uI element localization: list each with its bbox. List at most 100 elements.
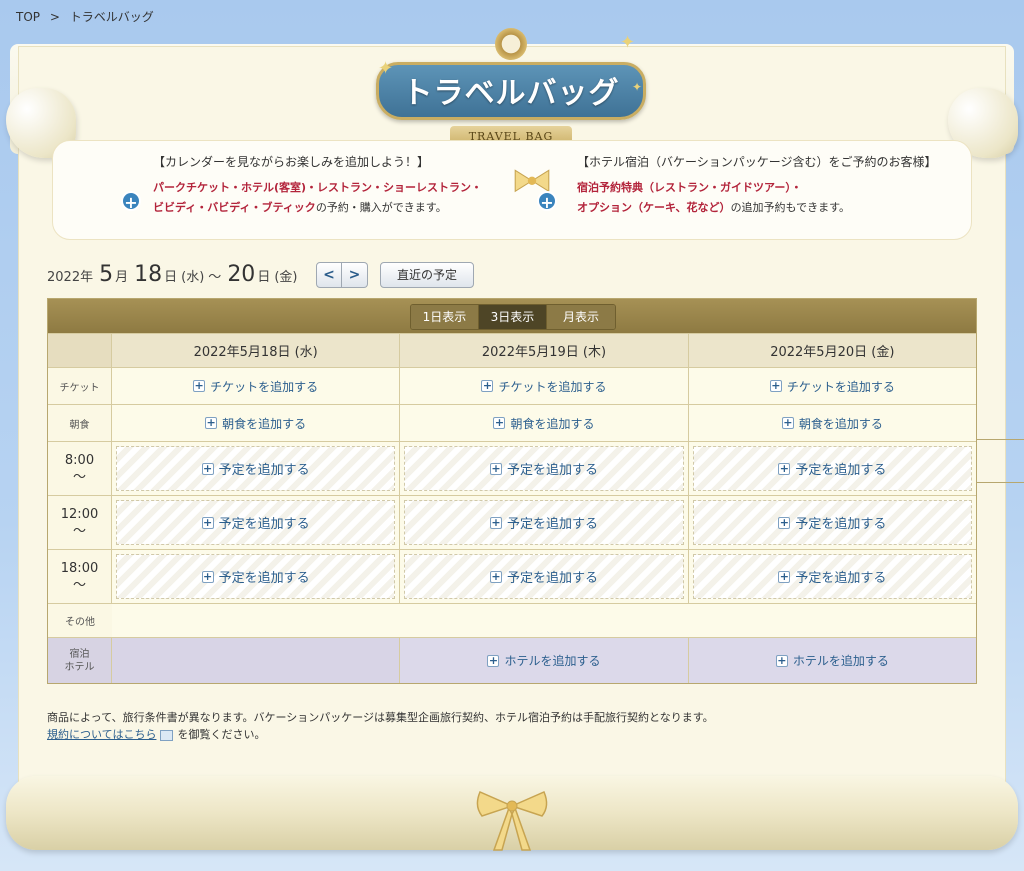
row-label-ticket: チケット: [48, 368, 112, 404]
title-emblem: トラベルバッグ TRAVEL BAG ✦ ✦ ✦: [370, 28, 652, 148]
schedule-slot[interactable]: + 予定を追加する: [116, 500, 396, 545]
schedule-slot[interactable]: + 予定を追加する: [692, 500, 972, 545]
day-header: 2022年5月19日 (木): [400, 334, 689, 367]
footer-note-rest: を御覧ください。: [177, 728, 266, 741]
add-breakfast-button[interactable]: + 朝食を追加する: [205, 415, 306, 432]
add-schedule-button[interactable]: + 予定を追加する: [201, 459, 310, 478]
sparkle-icon: ✦: [632, 80, 643, 94]
add-schedule-label: 予定を追加する: [218, 517, 310, 532]
add-ticket-label: チケットを追加する: [498, 379, 607, 394]
schedule-slot[interactable]: + 予定を追加する: [692, 446, 972, 491]
add-ticket-label: チケットを追加する: [786, 379, 895, 394]
plus-icon: +: [778, 515, 791, 529]
add-hotel-button[interactable]: + ホテルを追加する: [487, 652, 601, 669]
info-left-heading: 【カレンダーを見ながらお楽しみを追加しよう！】: [153, 155, 430, 169]
plus-icon: +: [493, 416, 506, 429]
add-schedule-button[interactable]: + 予定を追加する: [201, 567, 310, 586]
info-left-line1: パークチケット・ホテル(客室)・レストラン・ショーレストラン・: [153, 181, 483, 194]
info-right-line1: 宿泊予約特典（レストラン・ガイドツアー）・: [577, 181, 802, 194]
add-schedule-label: 予定を追加する: [218, 571, 310, 586]
view-month-button[interactable]: 月表示: [547, 305, 615, 329]
breadcrumb: TOP > トラベルバッグ: [16, 8, 160, 25]
add-schedule-label: 予定を追加する: [218, 463, 310, 478]
add-hotel-label: ホテルを追加する: [792, 654, 889, 668]
breadcrumb-top-link[interactable]: TOP: [16, 10, 40, 24]
row-label-breakfast: 朝食: [48, 405, 112, 441]
add-ticket-label: チケットを追加する: [210, 379, 319, 394]
add-breakfast-button[interactable]: + 朝食を追加する: [493, 415, 595, 432]
add-schedule-label: 予定を追加する: [506, 517, 598, 532]
schedule-slot[interactable]: + 予定を追加する: [116, 446, 396, 491]
calendar-table: 1日表示 3日表示 月表示 2022年5月18日 (水) 2022年5月19日 …: [47, 298, 977, 684]
terms-link[interactable]: 規約についてはこちら: [47, 728, 156, 741]
plus-icon: +: [193, 379, 206, 392]
info-right: 【ホテル宿泊（バケーションパッケージ含む）をご予約のお客様】 宿泊予約特典（レス…: [577, 153, 967, 218]
add-ticket-button[interactable]: + チケットを追加する: [193, 378, 318, 395]
ribbon-bow-icon: [476, 791, 548, 851]
add-schedule-button[interactable]: + 予定を追加する: [489, 567, 598, 586]
footer-note-line1: 商品によって、旅行条件書が異なります。バケーションパッケージは募集型企画旅行契約…: [47, 711, 714, 724]
plus-icon: +: [778, 461, 791, 475]
sparkle-icon: ✦: [378, 58, 394, 79]
add-schedule-button[interactable]: + 予定を追加する: [489, 459, 598, 478]
day-header: 2022年5月20日 (金): [688, 334, 976, 367]
other-row: その他: [48, 603, 976, 637]
breakfast-row: 朝食 + 朝食を追加する + 朝食を追加する + 朝食を追加する: [48, 404, 976, 441]
add-ticket-button[interactable]: + チケットを追加する: [481, 378, 607, 395]
schedule-slot[interactable]: + 予定を追加する: [404, 554, 684, 599]
breadcrumb-current: トラベルバッグ: [69, 10, 154, 24]
page-title: トラベルバッグ: [402, 76, 620, 111]
recent-schedule-button[interactable]: 直近の予定: [380, 262, 474, 288]
date-range: 2022 年 5 月 18 日 (水) ～ 20 日 (金): [47, 262, 301, 287]
add-schedule-button[interactable]: + 予定を追加する: [489, 513, 598, 532]
add-schedule-label: 予定を追加する: [795, 571, 887, 586]
plus-icon: +: [205, 416, 218, 429]
view-bar: 1日表示 3日表示 月表示: [48, 299, 976, 333]
plus-icon: +: [487, 653, 500, 667]
add-schedule-button[interactable]: + 予定を追加する: [778, 513, 886, 532]
plus-icon: +: [481, 379, 494, 392]
prev-button[interactable]: <: [316, 262, 342, 288]
schedule-slot[interactable]: + 予定を追加する: [116, 554, 396, 599]
end-dow: (金): [274, 270, 298, 285]
range-tilde: ～: [208, 270, 222, 285]
month-unit: 月: [115, 270, 129, 285]
schedule-slot[interactable]: + 予定を追加する: [692, 554, 972, 599]
schedule-slot[interactable]: + 予定を追加する: [404, 446, 684, 491]
info-right-line2: オプション（ケーキ、花など）の追加予約もできます。: [577, 201, 851, 214]
info-right-heading: 【ホテル宿泊（バケーションパッケージ含む）をご予約のお客様】: [577, 155, 937, 169]
add-schedule-button[interactable]: + 予定を追加する: [201, 513, 310, 532]
start-day-value: 18: [134, 262, 163, 287]
hotel-row: 宿泊 ホテル + ホテルを追加する + ホテルを追加する: [48, 637, 976, 683]
plus-icon: +: [489, 515, 502, 529]
schedule-slot[interactable]: + 予定を追加する: [404, 500, 684, 545]
breadcrumb-separator: >: [49, 10, 60, 24]
hotel-cell-empty: [112, 638, 401, 683]
add-breakfast-button[interactable]: + 朝食を追加する: [781, 415, 883, 432]
plus-icon: +: [201, 515, 214, 529]
day-header: 2022年5月18日 (水): [112, 334, 401, 367]
plus-icon: +: [769, 379, 782, 392]
add-breakfast-label: 朝食を追加する: [798, 416, 883, 431]
date-nav-buttons: < >: [316, 262, 368, 288]
row-label-time: 8:00 ～: [48, 442, 112, 495]
plus-icon: +: [489, 461, 502, 475]
row-label-other: その他: [48, 604, 112, 637]
view-3day-button[interactable]: 3日表示: [479, 305, 547, 329]
year-value: 2022: [47, 270, 81, 285]
footer-note-line2: 規約についてはこちら を御覧ください。: [47, 726, 714, 743]
add-schedule-button[interactable]: + 予定を追加する: [778, 567, 886, 586]
plus-icon: +: [201, 461, 214, 475]
sparkle-icon: ✦: [620, 32, 636, 53]
row-label-hotel: 宿泊 ホテル: [48, 638, 112, 683]
year-unit: 年: [80, 270, 94, 285]
end-day-value: 20: [227, 262, 256, 287]
add-ticket-button[interactable]: + チケットを追加する: [769, 378, 895, 395]
next-button[interactable]: >: [342, 262, 368, 288]
add-schedule-button[interactable]: + 予定を追加する: [778, 459, 886, 478]
time-row-12: 12:00 ～ + 予定を追加する + 予定を追加する + 予定を追加する: [48, 495, 976, 549]
view-1day-button[interactable]: 1日表示: [411, 305, 479, 329]
add-hotel-button[interactable]: + ホテルを追加する: [775, 652, 889, 669]
info-left: 【カレンダーを見ながらお楽しみを追加しよう！】 パークチケット・ホテル(客室)・…: [153, 153, 553, 218]
row-label-time: 12:00 ～: [48, 496, 112, 549]
